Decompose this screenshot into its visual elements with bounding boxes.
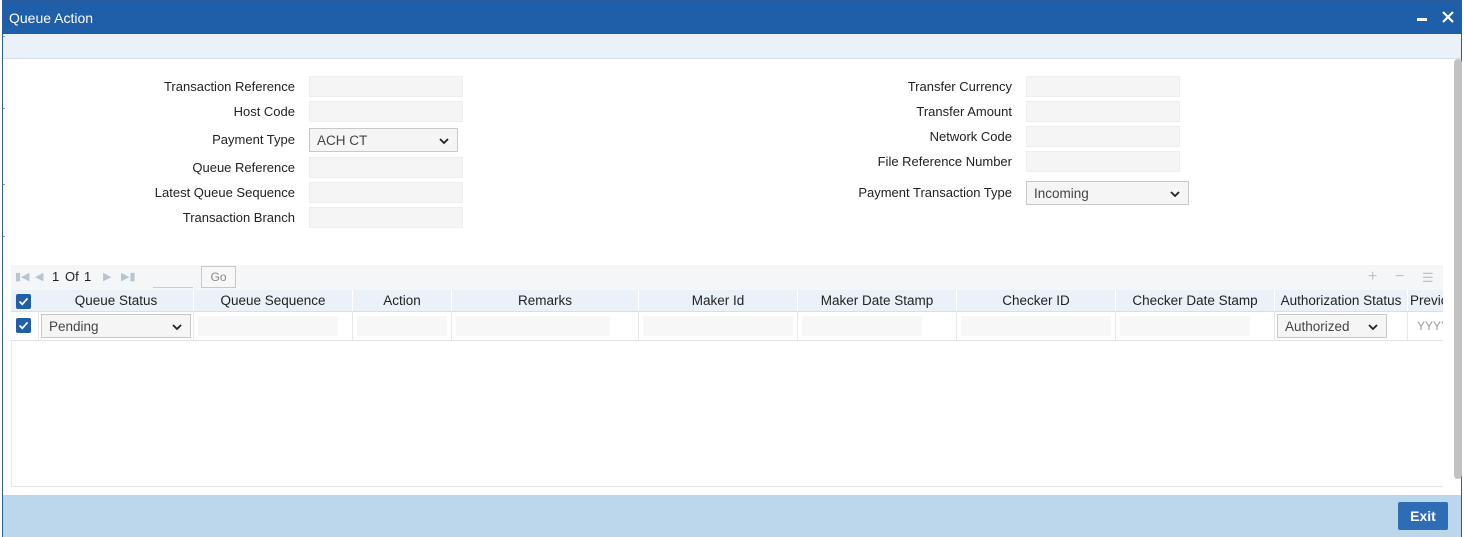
column-header-queue-status[interactable]: Queue Status (39, 290, 194, 311)
transfer-amount-field[interactable] (1026, 101, 1180, 122)
queue-reference-label: Queue Reference (192, 160, 295, 175)
payment-type-label: Payment Type (212, 132, 295, 147)
previous-date-field[interactable]: YYYY (1417, 319, 1443, 333)
close-button[interactable] (1438, 7, 1458, 27)
queue-sequence-cell (194, 312, 353, 340)
add-row-icon[interactable]: + (1368, 268, 1377, 286)
total-pages: 1 (84, 269, 92, 284)
current-page: 1 (52, 269, 60, 284)
first-page-icon[interactable]: ▮◀ (15, 270, 30, 283)
transfer-amount-label: Transfer Amount (916, 104, 1012, 119)
exit-button[interactable]: Exit (1398, 502, 1448, 530)
payment-type-value: ACH CT (317, 133, 368, 148)
network-code-label: Network Code (929, 129, 1012, 144)
network-code-field[interactable] (1026, 126, 1180, 147)
column-header-authorization-status[interactable]: Authorization Status (1275, 290, 1408, 311)
checkmark-icon (18, 321, 29, 330)
chevron-down-icon (172, 324, 182, 331)
left-edge-mark (3, 184, 5, 185)
grid-empty-area (11, 341, 1443, 487)
minimize-icon (1417, 18, 1427, 21)
row-select-cell (11, 312, 39, 340)
list-view-icon[interactable]: ☰ (1422, 270, 1434, 286)
queue-action-window: Queue Action Transaction Reference Host … (2, 0, 1462, 537)
footer-bar: Exit (3, 495, 1461, 537)
checker-date-stamp-field[interactable] (1120, 316, 1250, 336)
next-page-icon[interactable]: ▶ (103, 270, 111, 283)
payment-transaction-type-value: Incoming (1034, 186, 1089, 201)
maker-id-cell (639, 312, 798, 340)
checker-date-stamp-cell (1116, 312, 1275, 340)
maker-date-stamp-cell (798, 312, 957, 340)
column-header-previous[interactable]: Previous (1408, 290, 1443, 311)
maker-date-stamp-field[interactable] (802, 316, 922, 336)
latest-queue-sequence-label: Latest Queue Sequence (154, 185, 295, 200)
minimize-button[interactable] (1412, 7, 1432, 27)
queue-sequence-field[interactable] (198, 316, 338, 336)
title-bar: Queue Action (3, 1, 1461, 34)
payment-transaction-type-select[interactable]: Incoming (1026, 181, 1189, 205)
grid-header: Queue Status Queue Sequence Action Remar… (11, 290, 1443, 312)
queue-status-select[interactable]: Pending (41, 314, 191, 338)
queue-status-value: Pending (49, 319, 99, 334)
host-code-label: Host Code (233, 104, 295, 119)
column-header-action[interactable]: Action (353, 290, 452, 311)
remarks-field[interactable] (456, 316, 610, 336)
chevron-down-icon (1170, 191, 1180, 198)
column-header-queue-sequence[interactable]: Queue Sequence (194, 290, 353, 311)
last-page-icon[interactable]: ▶▮ (121, 270, 136, 283)
action-field[interactable] (357, 316, 447, 336)
authorization-status-value: Authorized (1285, 319, 1350, 334)
file-reference-number-label: File Reference Number (877, 154, 1012, 169)
left-edge-mark (3, 36, 5, 37)
payment-type-select[interactable]: ACH CT (309, 128, 458, 152)
left-edge-mark (3, 108, 5, 109)
authorization-status-select[interactable]: Authorized (1277, 314, 1387, 338)
checker-id-cell (957, 312, 1116, 340)
previous-page-icon[interactable]: ◀ (35, 270, 43, 283)
authorization-status-cell: Authorized (1275, 312, 1408, 340)
column-header-remarks[interactable]: Remarks (452, 290, 639, 311)
select-all-checkbox[interactable] (16, 294, 31, 309)
transaction-reference-label: Transaction Reference (163, 79, 295, 94)
action-cell (353, 312, 452, 340)
queue-status-cell: Pending (39, 312, 194, 340)
page-number-input[interactable] (153, 268, 193, 288)
transaction-reference-field[interactable] (309, 76, 463, 97)
close-icon (1442, 11, 1454, 23)
checkmark-icon (18, 297, 29, 306)
checker-id-field[interactable] (961, 316, 1111, 336)
left-edge-mark (3, 236, 5, 237)
remarks-cell (452, 312, 639, 340)
vertical-scrollbar[interactable] (1454, 59, 1462, 479)
host-code-field[interactable] (309, 101, 463, 122)
latest-queue-sequence-field[interactable] (309, 182, 463, 203)
transaction-branch-label: Transaction Branch (182, 210, 295, 225)
window-title: Queue Action (9, 10, 94, 26)
chevron-down-icon (1368, 324, 1378, 331)
maker-id-field[interactable] (643, 316, 793, 336)
file-reference-number-field[interactable] (1026, 151, 1180, 172)
previous-cell: YYYY (1408, 312, 1443, 340)
transaction-branch-field[interactable] (309, 207, 463, 228)
queue-reference-field[interactable] (309, 157, 463, 178)
grid-pager: ▮◀ ◀ 1 Of 1 ▶ ▶▮ Go + − ☰ (11, 265, 1443, 290)
go-button[interactable]: Go (201, 266, 236, 288)
delete-row-icon[interactable]: − (1395, 268, 1404, 286)
column-header-checker-id[interactable]: Checker ID (957, 290, 1116, 311)
column-header-maker-id[interactable]: Maker Id (639, 290, 798, 311)
transfer-currency-field[interactable] (1026, 76, 1180, 97)
page-of-label: Of (65, 269, 79, 284)
column-header-maker-date-stamp[interactable]: Maker Date Stamp (798, 290, 957, 311)
payment-transaction-type-label: Payment Transaction Type (858, 185, 1012, 200)
table-row: Pending Authorized YYY (11, 312, 1443, 341)
chevron-down-icon (439, 138, 449, 145)
transfer-currency-label: Transfer Currency (907, 79, 1012, 94)
column-header-checker-date-stamp[interactable]: Checker Date Stamp (1116, 290, 1275, 311)
row-checkbox[interactable] (16, 318, 31, 333)
toolbar-strip (3, 34, 1461, 59)
